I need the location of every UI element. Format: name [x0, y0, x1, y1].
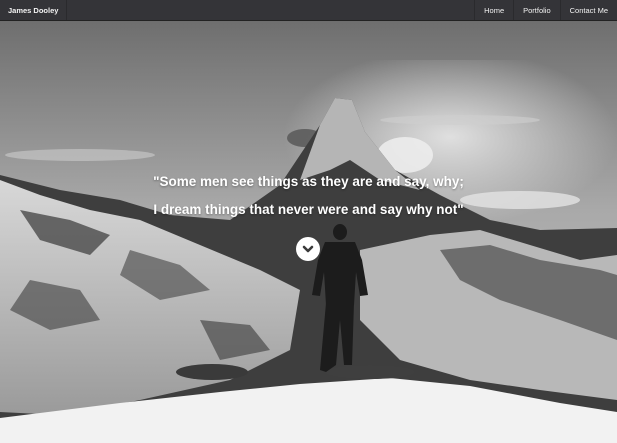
brand-link[interactable]: James Dooley [0, 0, 68, 20]
nav-item-portfolio[interactable]: Portfolio [513, 0, 560, 20]
quote-line-1: "Some men see things as they are and say… [153, 174, 464, 189]
chevron-down-icon [302, 245, 314, 253]
scroll-down-button[interactable] [296, 237, 320, 261]
hero-section: "Some men see things as they are and say… [0, 20, 617, 443]
navbar-spacer [67, 0, 474, 20]
quote-line-2: I dream things that never were and say w… [153, 202, 464, 217]
nav-item-contact[interactable]: Contact Me [559, 0, 617, 20]
hero-quote: "Some men see things as they are and say… [0, 168, 617, 224]
hero-background-image [0, 20, 617, 443]
nav-item-home[interactable]: Home [474, 0, 513, 20]
navbar: James Dooley Home Portfolio Contact Me [0, 0, 617, 21]
